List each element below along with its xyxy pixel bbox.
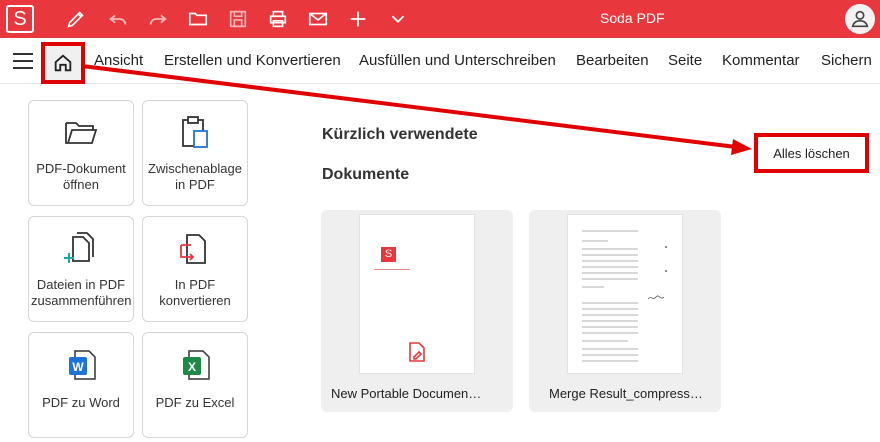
- tile-label: Zwischenablage in PDF: [148, 161, 242, 192]
- print-icon[interactable]: [266, 7, 290, 31]
- excel-badge: X: [188, 360, 196, 374]
- hamburger-menu-icon[interactable]: [12, 52, 34, 70]
- document-page-preview: [582, 230, 667, 362]
- tab-erstellen-konvertieren[interactable]: Erstellen und Konvertieren: [164, 52, 341, 69]
- clipboard-icon: [182, 116, 208, 148]
- plus-icon[interactable]: [346, 7, 370, 31]
- pen-icon[interactable]: [64, 7, 88, 31]
- app-title: Soda PDF: [600, 10, 665, 26]
- tile-merge-files[interactable]: Dateien in PDF zusammenführen: [28, 216, 134, 322]
- title-bar: S Soda PDF: [0, 0, 880, 38]
- tile-convert-to-pdf[interactable]: In PDF konvertieren: [142, 216, 248, 322]
- sign-icon: [409, 342, 425, 362]
- open-folder-icon: [65, 122, 98, 144]
- undo-icon[interactable]: [106, 7, 130, 31]
- tab-home[interactable]: [41, 42, 85, 84]
- thumb-logo: S: [381, 247, 396, 262]
- document-card[interactable]: Merge Result_compress…: [529, 210, 721, 412]
- excel-icon: X: [183, 350, 210, 380]
- document-name: New Portable Documen…: [331, 386, 482, 401]
- redo-icon[interactable]: [146, 7, 170, 31]
- home-icon: [54, 54, 72, 72]
- recent-title: Kürzlich verwendete: [322, 126, 478, 143]
- document-thumbnail: [567, 214, 683, 374]
- document-thumbnail: S: [359, 214, 475, 374]
- tab-ausfuellen-unterschreiben[interactable]: Ausfüllen und Unterschreiben: [359, 52, 556, 69]
- tab-seite[interactable]: Seite: [668, 52, 702, 69]
- tab-kommentar[interactable]: Kommentar: [722, 52, 800, 69]
- clear-all-button[interactable]: Alles löschen: [754, 133, 869, 173]
- user-icon: [851, 10, 869, 28]
- tile-label: In PDF konvertieren: [159, 277, 231, 308]
- tile-clipboard-to-pdf[interactable]: Zwischenablage in PDF: [142, 100, 248, 206]
- tab-sichern[interactable]: Sichern: [821, 52, 872, 69]
- tile-label: PDF zu Excel: [155, 395, 235, 410]
- app-logo[interactable]: S: [6, 5, 34, 33]
- tab-ansicht[interactable]: Ansicht: [94, 52, 143, 69]
- document-card[interactable]: S New Portable Documen…: [321, 210, 513, 412]
- folder-icon[interactable]: [186, 7, 210, 31]
- tile-open-pdf[interactable]: PDF-Dokument öffnen: [28, 100, 134, 206]
- tile-pdf-to-excel[interactable]: X PDF zu Excel: [142, 332, 248, 438]
- document-name: Merge Result_compress…: [549, 386, 703, 401]
- chevron-down-icon[interactable]: [386, 7, 410, 31]
- mail-icon[interactable]: [306, 7, 330, 31]
- tile-pdf-to-word[interactable]: W PDF zu Word: [28, 332, 134, 438]
- tile-label: PDF zu Word: [42, 395, 120, 410]
- tab-bearbeiten[interactable]: Bearbeiten: [576, 52, 649, 69]
- merge-files-icon: [64, 232, 94, 263]
- word-badge: W: [72, 360, 84, 374]
- tile-label: PDF-Dokument öffnen: [36, 161, 126, 192]
- save-icon[interactable]: [226, 7, 250, 31]
- word-icon: W: [69, 350, 96, 380]
- documents-title: Dokumente: [322, 166, 410, 183]
- convert-icon: [180, 234, 206, 264]
- tile-label: Dateien in PDF zusammenführen: [31, 277, 132, 308]
- ribbon-menu: Ansicht Erstellen und Konvertieren Ausfü…: [0, 38, 880, 84]
- user-avatar[interactable]: [845, 4, 875, 34]
